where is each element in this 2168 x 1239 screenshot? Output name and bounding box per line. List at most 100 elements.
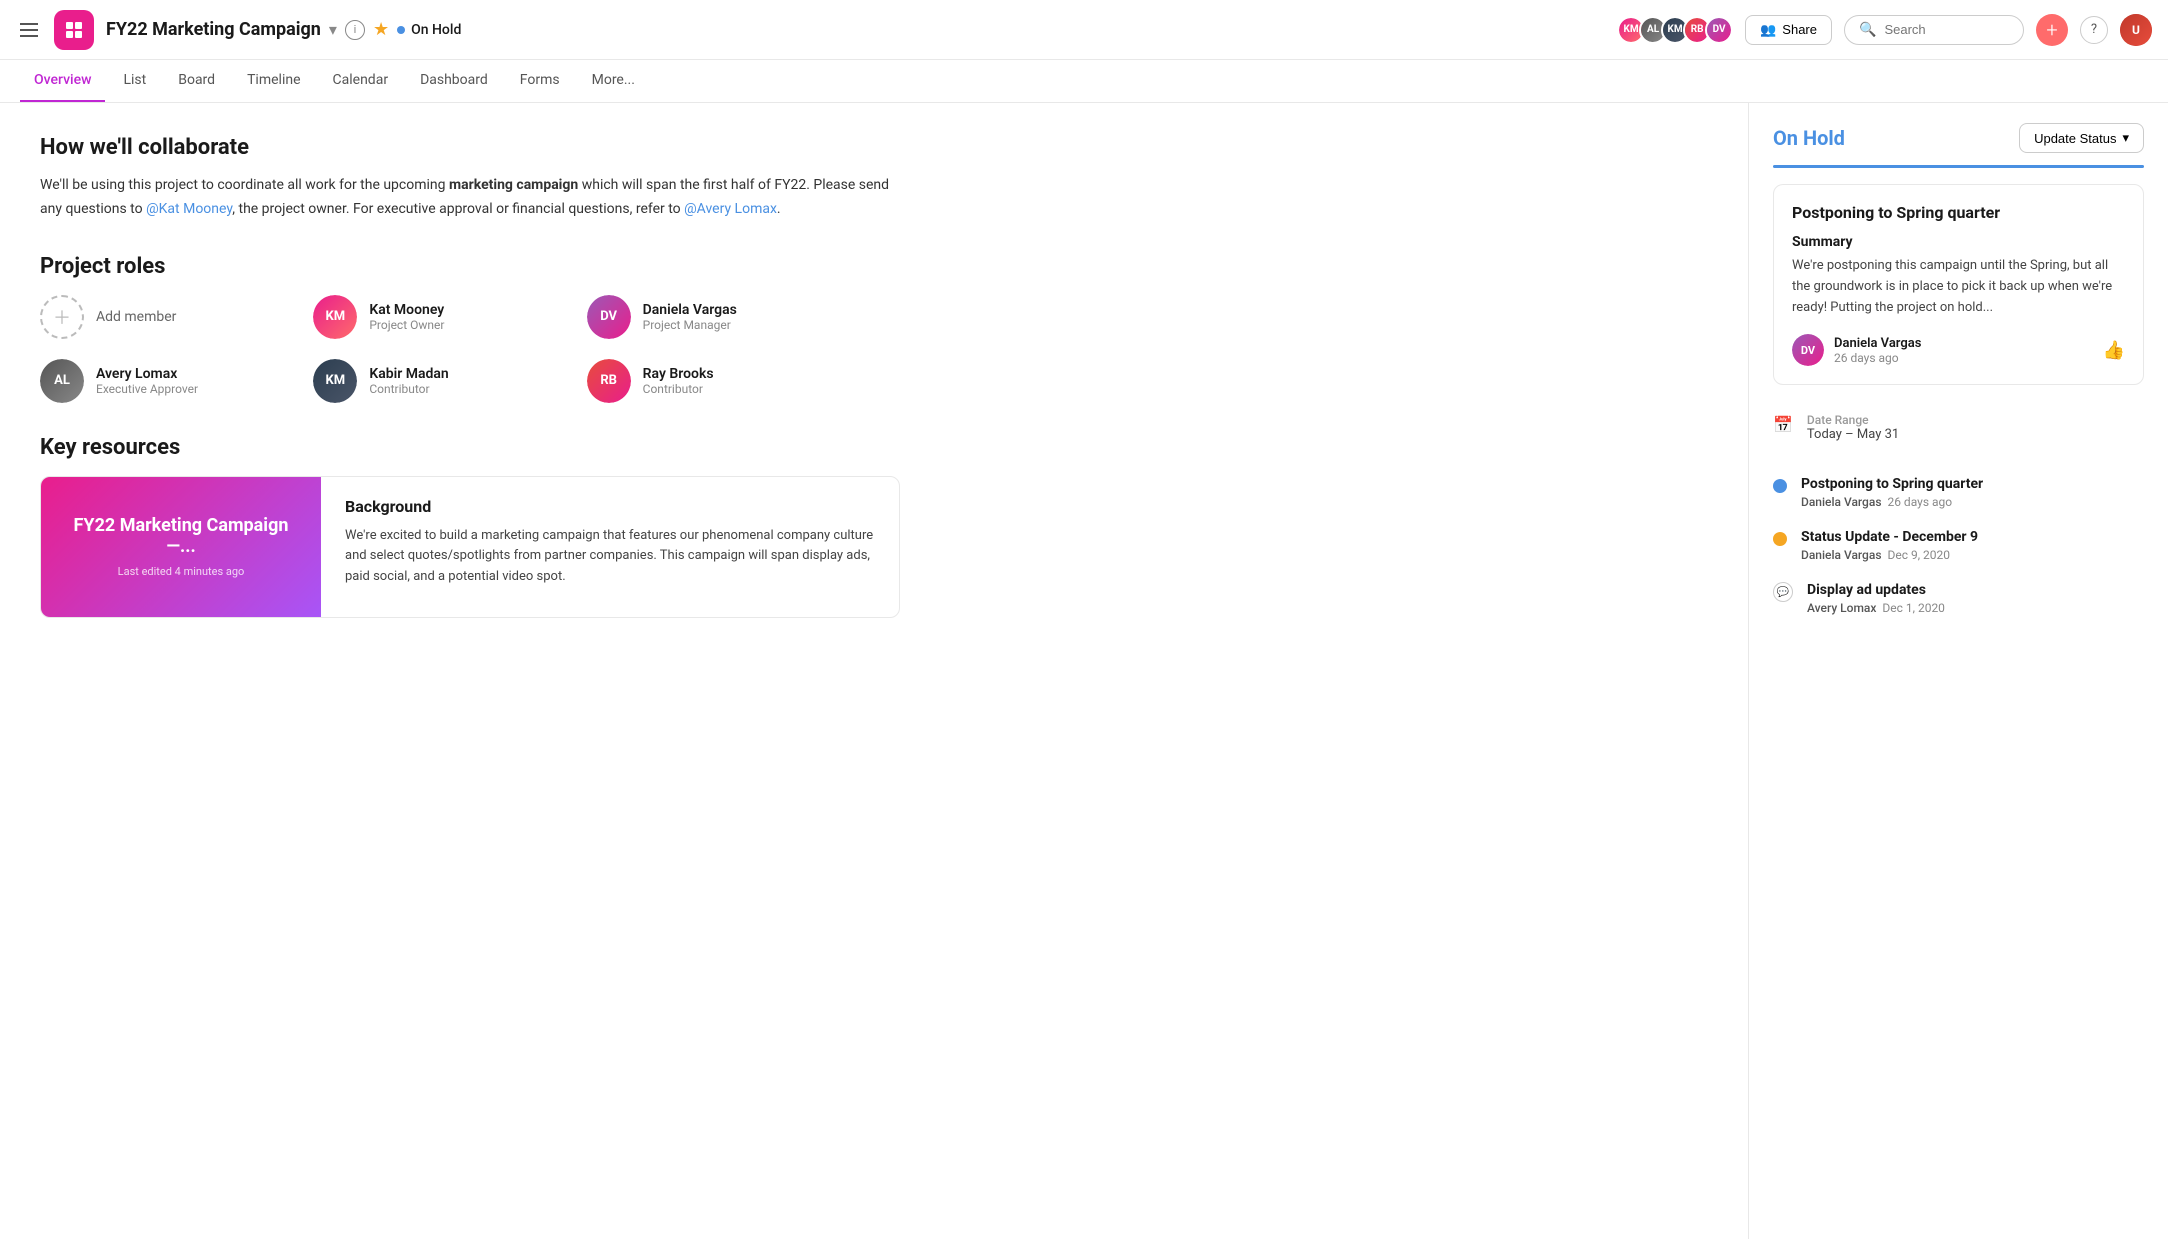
- avery-name: Avery Lomax: [96, 366, 198, 382]
- search-icon: 🔍: [1859, 22, 1876, 38]
- role-card-kabir: KM Kabir Madan Contributor: [313, 359, 566, 403]
- status-user: DV Daniela Vargas 26 days ago: [1792, 334, 1921, 366]
- help-button[interactable]: ?: [2080, 16, 2108, 44]
- roles-title: Project roles: [40, 254, 1708, 279]
- avatar-5[interactable]: DV: [1705, 16, 1733, 44]
- date-range-info: Date Range Today – May 31: [1807, 413, 1899, 442]
- key-resources-section: Key resources FY22 Marketing Campaign —.…: [40, 435, 1708, 618]
- like-button[interactable]: 👍: [2103, 340, 2125, 361]
- tl-title-2: Status Update - December 9: [1801, 529, 1978, 545]
- add-member-avatar: ＋: [40, 295, 84, 339]
- summary-text: We're postponing this campaign until the…: [1792, 256, 2125, 318]
- status-user-info: Daniela Vargas 26 days ago: [1834, 336, 1921, 365]
- status-card-footer: DV Daniela Vargas 26 days ago 👍: [1792, 334, 2125, 366]
- main-layout: How we'll collaborate We'll be using thi…: [0, 103, 2168, 1239]
- resource-thumb-title: FY22 Marketing Campaign —...: [61, 515, 301, 557]
- resource-bg-title: Background: [345, 497, 875, 516]
- update-status-chevron-icon: ▾: [2122, 130, 2129, 146]
- share-icon: 👥: [1760, 22, 1776, 38]
- status-card-title: Postponing to Spring quarter: [1792, 203, 2125, 222]
- kabir-role: Contributor: [369, 382, 448, 396]
- title-area: FY22 Marketing Campaign ▾ i ★ On Hold: [106, 19, 461, 40]
- kabir-info: Kabir Madan Contributor: [369, 366, 448, 396]
- panel-status: On Hold: [1773, 126, 1845, 150]
- timeline-item-3[interactable]: 💬 Display ad updates Avery Lomax Dec 1, …: [1773, 572, 2144, 625]
- tab-more[interactable]: More...: [578, 60, 649, 102]
- search-input[interactable]: [1884, 22, 2009, 37]
- user-avatar[interactable]: U: [2120, 14, 2152, 46]
- update-status-button[interactable]: Update Status ▾: [2019, 123, 2144, 153]
- daniela-avatar: DV: [587, 295, 631, 339]
- kat-role: Project Owner: [369, 318, 444, 332]
- title-chevron-icon[interactable]: ▾: [329, 20, 337, 39]
- daniela-role: Project Manager: [643, 318, 737, 332]
- add-member-card[interactable]: ＋ Add member: [40, 295, 293, 339]
- status-card: Postponing to Spring quarter Summary We'…: [1773, 184, 2144, 385]
- app-icon: [54, 10, 94, 50]
- kabir-name: Kabir Madan: [369, 366, 448, 382]
- resource-content: Background We're excited to build a mark…: [321, 477, 899, 617]
- panel-header: On Hold Update Status ▾: [1749, 103, 2168, 153]
- tab-dashboard[interactable]: Dashboard: [406, 60, 502, 102]
- collaborate-section: How we'll collaborate We'll be using thi…: [40, 135, 1708, 222]
- summary-label: Summary: [1792, 234, 2125, 250]
- tab-overview[interactable]: Overview: [20, 60, 105, 102]
- right-panel: On Hold Update Status ▾ Postponing to Sp…: [1748, 103, 2168, 1239]
- left-content: How we'll collaborate We'll be using thi…: [0, 103, 1748, 1239]
- role-card-daniela: DV Daniela Vargas Project Manager: [587, 295, 840, 339]
- timeline-items: Postponing to Spring quarter Daniela Var…: [1773, 466, 2144, 625]
- tab-calendar[interactable]: Calendar: [319, 60, 403, 102]
- add-member-label: Add member: [96, 309, 176, 325]
- search-box[interactable]: 🔍: [1844, 15, 2024, 45]
- tab-list[interactable]: List: [109, 60, 160, 102]
- nav-tabs: Overview List Board Timeline Calendar Da…: [0, 60, 2168, 103]
- timeline-item-2-info: Status Update - December 9 Daniela Varga…: [1801, 529, 1978, 562]
- date-range-row: 📅 Date Range Today – May 31: [1773, 409, 2144, 446]
- date-range-value: Today – May 31: [1807, 427, 1899, 442]
- tab-board[interactable]: Board: [164, 60, 229, 102]
- avery-role: Executive Approver: [96, 382, 198, 396]
- kat-avatar: KM: [313, 295, 357, 339]
- roles-grid: ＋ Add member KM Kat Mooney Project Owner: [40, 295, 840, 403]
- avery-avatar: AL: [40, 359, 84, 403]
- project-title: FY22 Marketing Campaign: [106, 19, 321, 40]
- daniela-info: Daniela Vargas Project Manager: [643, 302, 737, 332]
- timeline-dot-blue: [1773, 479, 1787, 493]
- ray-avatar: RB: [587, 359, 631, 403]
- tab-timeline[interactable]: Timeline: [233, 60, 314, 102]
- star-icon[interactable]: ★: [373, 19, 389, 40]
- avery-info: Avery Lomax Executive Approver: [96, 366, 198, 396]
- resources-card[interactable]: FY22 Marketing Campaign —... Last edited…: [40, 476, 900, 618]
- timeline-section: 📅 Date Range Today – May 31 Postponing t…: [1749, 401, 2168, 633]
- status-dot: [397, 26, 405, 34]
- tl-meta-1: Daniela Vargas 26 days ago: [1801, 495, 1983, 509]
- info-icon[interactable]: i: [345, 20, 365, 40]
- project-roles-section: Project roles ＋ Add member KM: [40, 254, 1708, 403]
- kat-info: Kat Mooney Project Owner: [369, 302, 444, 332]
- hamburger-menu[interactable]: [16, 19, 42, 41]
- collaborator-avatars: KM AL KM RB DV: [1617, 16, 1733, 44]
- tl-title-1: Postponing to Spring quarter: [1801, 476, 1983, 492]
- status-user-avatar: DV: [1792, 334, 1824, 366]
- timeline-item-2[interactable]: Status Update - December 9 Daniela Varga…: [1773, 519, 2144, 572]
- kat-mooney-link[interactable]: @Kat Mooney: [146, 201, 232, 217]
- timeline-item-1-info: Postponing to Spring quarter Daniela Var…: [1801, 476, 1983, 509]
- kat-name: Kat Mooney: [369, 302, 444, 318]
- share-button[interactable]: 👥 Share: [1745, 15, 1832, 45]
- calendar-icon: 📅: [1773, 415, 1793, 434]
- add-member-info: Add member: [96, 309, 176, 325]
- timeline-item-1[interactable]: Postponing to Spring quarter Daniela Var…: [1773, 466, 2144, 519]
- ray-name: Ray Brooks: [643, 366, 714, 382]
- avery-lomax-link[interactable]: @Avery Lomax: [684, 201, 777, 217]
- add-button[interactable]: +: [2036, 14, 2068, 46]
- resource-thumb-sub: Last edited 4 minutes ago: [118, 565, 245, 578]
- timeline-item-3-info: Display ad updates Avery Lomax Dec 1, 20…: [1807, 582, 1945, 615]
- status-user-name: Daniela Vargas: [1834, 336, 1921, 351]
- role-card-ray: RB Ray Brooks Contributor: [587, 359, 840, 403]
- role-card-avery: AL Avery Lomax Executive Approver: [40, 359, 293, 403]
- tab-forms[interactable]: Forms: [506, 60, 574, 102]
- daniela-name: Daniela Vargas: [643, 302, 737, 318]
- timeline-dot-orange: [1773, 532, 1787, 546]
- status-user-time: 26 days ago: [1834, 351, 1921, 365]
- date-range-label: Date Range: [1807, 413, 1899, 427]
